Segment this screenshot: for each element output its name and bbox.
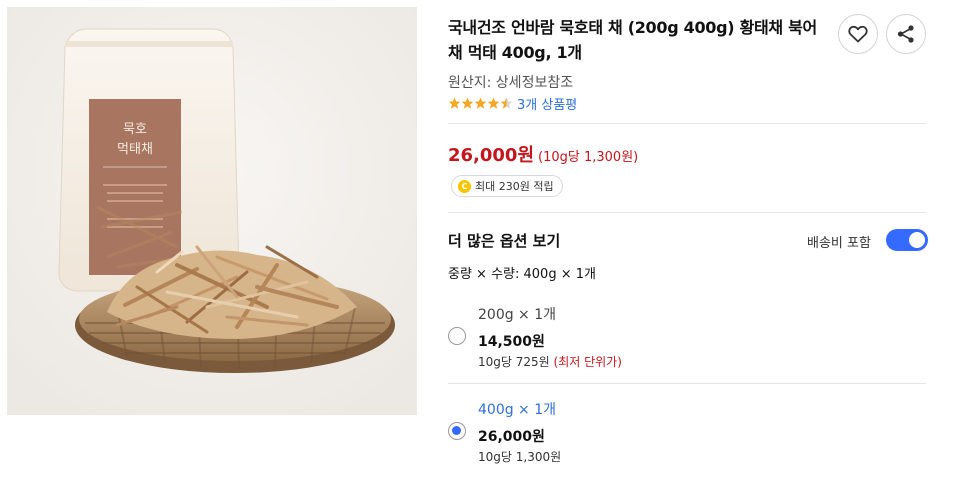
price-row: 26,000원 (10g당 1,300원) [448,141,638,167]
star-icon [487,97,500,109]
option-unit-text: 10g당 1,300원 [478,450,562,464]
divider [448,123,926,124]
option-price: 14,500원 [478,334,545,350]
shipping-included-label: 배송비 포함 [807,236,871,251]
sale-price: 26,000원 [448,145,535,166]
coin-icon: C [458,179,471,193]
package-label-line2: 먹태채 [117,142,153,157]
option-unit-price: 10g당 725원 (최저 단위가) [478,353,622,370]
product-title: 국내건조 언바람 묵호태 채 (200g 400g) 황태채 북어채 먹태 40… [448,18,817,62]
option-price: 26,000원 [478,429,545,445]
option-name: 200g × 1개 [478,307,557,323]
heart-icon [848,25,868,43]
option-200g[interactable]: 200g × 1개 14,500원 10g당 725원 (최저 단위가) [448,300,926,380]
product-info-panel: 국내건조 언바람 묵호태 채 (200g 400g) 황태채 북어채 먹태 40… [448,0,928,479]
product-photo: 묵호 먹태채 [7,7,417,415]
share-button[interactable] [886,14,926,54]
option-unit-price: 10g당 1,300원 [478,448,561,465]
option-name: 400g × 1개 [478,402,557,418]
like-button[interactable] [838,14,878,54]
toggle-knob [909,232,925,248]
option-summary: 중량 × 수량: 400g × 1개 [448,267,596,282]
more-options-title: 더 많은 옵션 보기 [448,232,561,250]
option-radio-selected[interactable] [448,422,466,440]
star-icon [461,97,474,109]
option-radio[interactable] [448,327,466,345]
points-text: 최대 230원 적립 [475,180,554,193]
origin-info: 원산지: 상세정보참조 [448,75,574,91]
star-icon [474,97,487,109]
review-count-link[interactable]: 3개 상품평 [517,94,577,113]
product-image: 묵호 먹태채 [7,7,417,415]
star-icon [448,97,461,109]
option-unit-text: 10g당 725원 [478,355,550,369]
rating-row: 3개 상품평 [448,94,577,113]
half-star-icon [500,97,513,109]
unit-price: (10g당 1,300원) [538,150,639,165]
share-icon [897,25,914,43]
divider [448,212,926,213]
star-rating [448,97,513,110]
points-badge: C 최대 230원 적립 [451,175,563,197]
package-label-line1: 묵호 [123,122,147,137]
divider [448,383,926,384]
lowest-unit-badge: (최저 단위가) [553,355,622,369]
option-400g[interactable]: 400g × 1개 26,000원 10g당 1,300원 [448,395,926,475]
shipping-included-toggle[interactable] [886,229,928,251]
